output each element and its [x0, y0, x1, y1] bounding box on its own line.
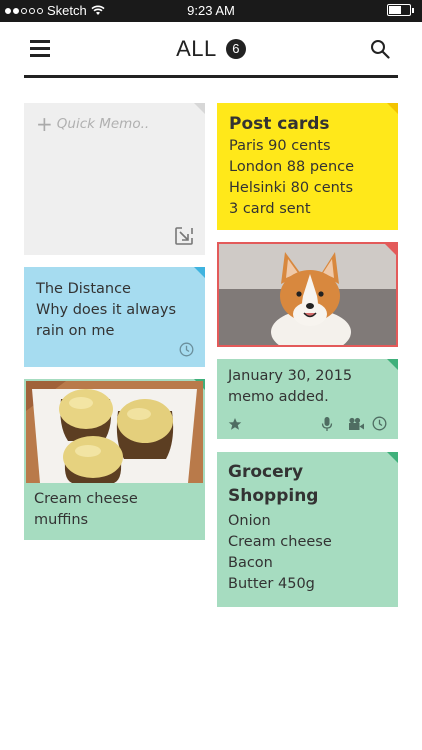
note-line: Helsinki 80 cents [229, 180, 354, 196]
muffins-photo [26, 381, 203, 483]
muffins-note[interactable]: Cream cheese muffins [24, 379, 205, 540]
plus-icon: + [36, 112, 53, 136]
note-line: Paris 90 cents [229, 138, 331, 154]
card-fold [194, 267, 205, 278]
dog-photo-note[interactable] [217, 242, 398, 347]
note-title: Post cards [229, 114, 330, 134]
note-line: muffins [34, 512, 89, 528]
grocery-note[interactable]: Grocery Shopping Onion Cream cheese Baco… [217, 452, 398, 607]
corgi-photo [219, 244, 396, 345]
note-line: Cream cheese [34, 491, 138, 507]
note-line: The Distance [36, 281, 131, 297]
video-camera-icon [349, 417, 364, 430]
memo-note[interactable]: January 30, 2015 memo added. [217, 359, 398, 439]
note-line: Cream cheese [228, 534, 332, 550]
note-line: Why does it always [36, 302, 176, 318]
star-icon [228, 418, 242, 430]
memo-attachment-icons [228, 416, 387, 432]
card-fold [387, 103, 398, 114]
note-line: 3 card sent [229, 201, 311, 217]
note-line: Onion [228, 513, 271, 529]
card-fold [385, 244, 396, 255]
note-line: memo added. [228, 389, 329, 405]
card-fold [387, 452, 398, 463]
search-icon[interactable] [370, 39, 390, 59]
quick-memo-input[interactable]: + Quick Memo.. [36, 112, 149, 136]
page-title: ALL [176, 36, 217, 61]
note-line: Bacon [228, 555, 273, 571]
title-group: ALL 6 [24, 36, 398, 62]
microphone-icon [321, 417, 333, 431]
status-bar: Sketch 9:23 AM [0, 0, 422, 22]
distance-note[interactable]: The Distance Why does it always rain on … [24, 267, 205, 367]
reminder-clock-icon [179, 342, 194, 357]
note-line: London 88 pence [229, 159, 355, 175]
reminder-clock-icon [372, 416, 387, 431]
card-fold [387, 359, 398, 370]
note-line: rain on me [36, 323, 115, 339]
note-line: Butter 450g [228, 576, 315, 592]
note-title: Shopping [228, 486, 319, 506]
expand-icon[interactable] [175, 227, 193, 245]
note-body: Cream cheese muffins [34, 489, 138, 531]
card-fold [194, 103, 205, 114]
postcards-note[interactable]: Post cards Paris 90 cents London 88 penc… [217, 103, 398, 230]
quick-memo-placeholder: Quick Memo.. [56, 116, 150, 132]
top-bar: ALL 6 [24, 22, 398, 78]
status-time: 9:23 AM [187, 3, 235, 18]
battery-icon [387, 4, 414, 16]
count-badge: 6 [225, 39, 246, 59]
note-line: January 30, 2015 [228, 368, 353, 384]
quick-memo-card[interactable]: + Quick Memo.. [24, 103, 205, 255]
note-title: Grocery [228, 462, 304, 482]
